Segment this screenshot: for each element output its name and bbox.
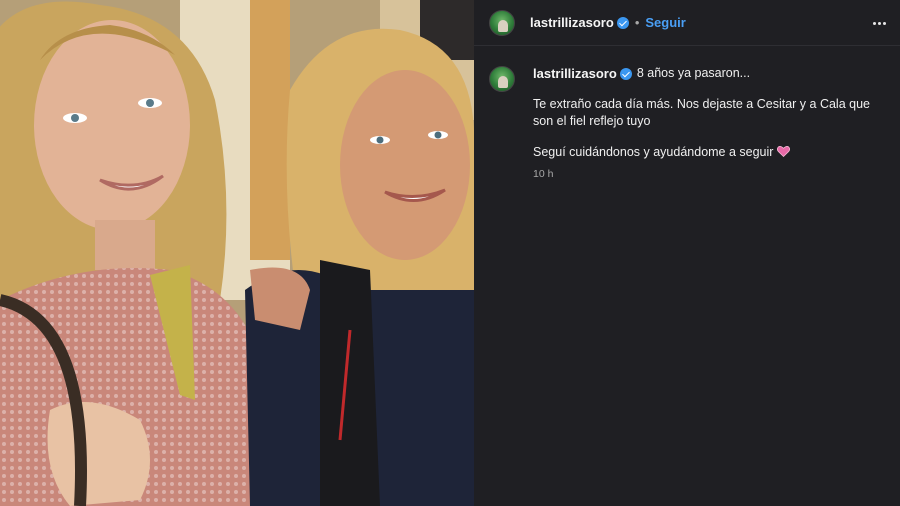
post-header: lastrillizasoro • Seguir	[474, 0, 900, 46]
caption-intro: 8 años ya pasaron...	[636, 66, 751, 80]
verified-badge-icon	[616, 16, 629, 29]
post-photo	[0, 0, 474, 506]
post-timestamp[interactable]: 10 h	[533, 166, 883, 183]
caption-paragraph-2-text: Seguí cuidándonos y ayudándome a seguir	[533, 145, 774, 159]
caption-paragraph-1: Te extraño cada día más. Nos dejaste a C…	[533, 97, 870, 128]
separator-dot: •	[634, 15, 640, 30]
verified-badge-icon	[619, 67, 632, 80]
caption-username[interactable]: lastrillizasoro	[533, 65, 617, 82]
caption-avatar[interactable]	[489, 66, 515, 92]
profile-avatar[interactable]	[489, 10, 515, 36]
caption-body: lastrillizasoro 8 años ya pasaron... Te …	[533, 65, 883, 183]
more-options-icon[interactable]	[868, 14, 890, 32]
heart-emoji-icon	[777, 145, 791, 162]
header-username[interactable]: lastrillizasoro	[530, 15, 614, 30]
caption-paragraph-2: Seguí cuidándonos y ayudándome a seguir	[533, 144, 883, 162]
photo-illustration	[0, 0, 474, 506]
header-user-row: lastrillizasoro • Seguir	[530, 15, 686, 30]
post-panel: lastrillizasoro • Seguir lastrillizasoro…	[474, 0, 900, 506]
caption-first-line: lastrillizasoro 8 años ya pasaron...	[533, 65, 883, 82]
follow-button[interactable]: Seguir	[645, 15, 685, 30]
